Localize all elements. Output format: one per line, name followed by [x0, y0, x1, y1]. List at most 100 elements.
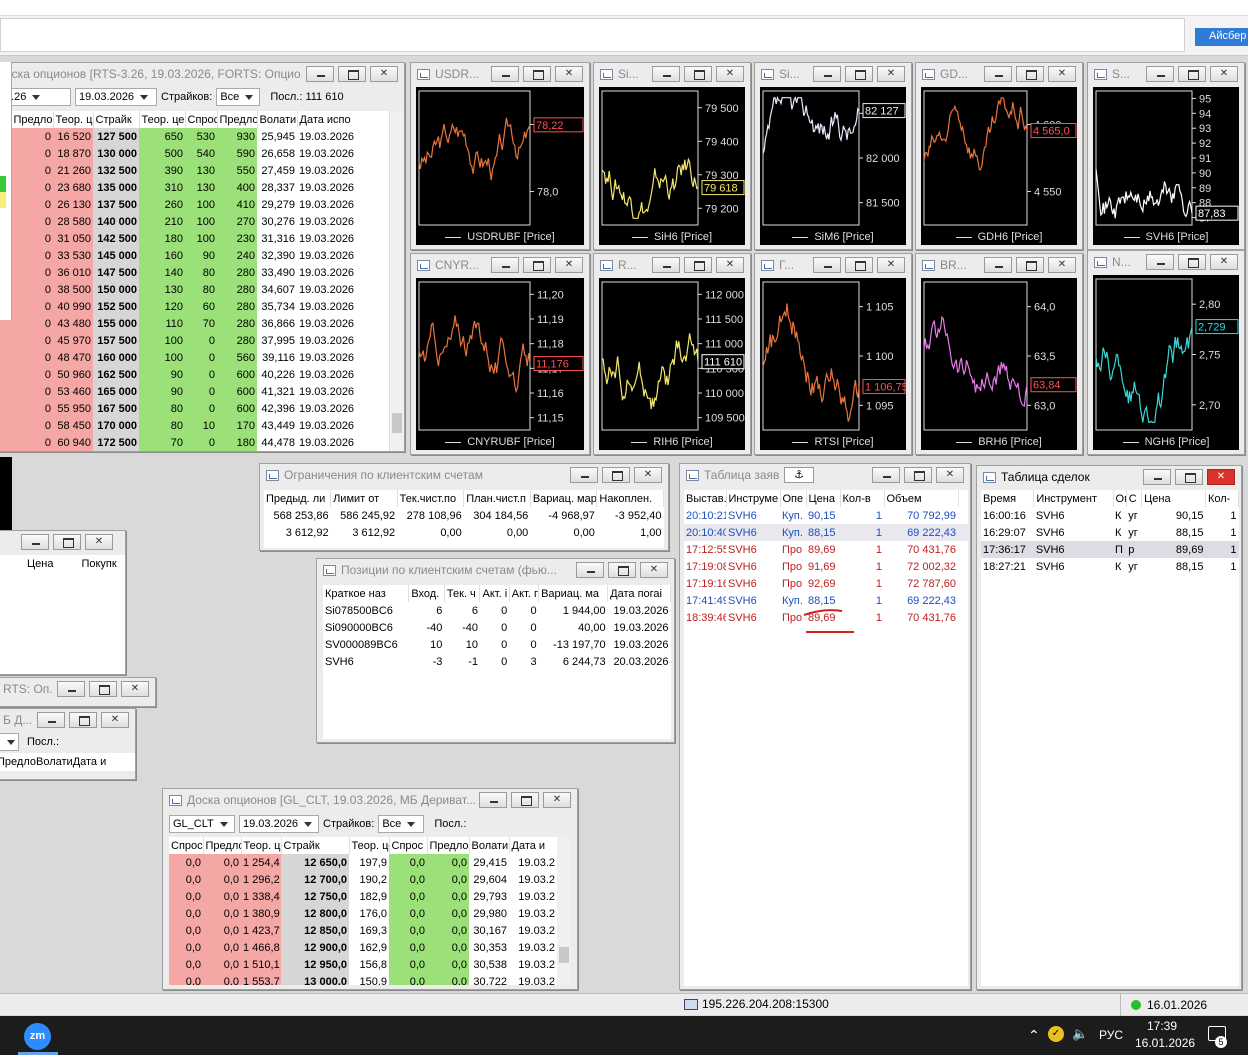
col-header[interactable]: Дата испо [297, 111, 389, 128]
table-row[interactable]: 0,0 0,0 1 553,7 13 000,0 150,9 0,0 0,0 30,722 19… [169, 973, 557, 985]
close-button[interactable]: ✕ [936, 467, 964, 483]
col-header[interactable]: С [1126, 490, 1143, 507]
col-header[interactable]: Предло [217, 111, 258, 128]
series-select[interactable] [0, 733, 19, 751]
minimize-button[interactable] [37, 712, 65, 728]
col-header[interactable]: Предло [427, 837, 470, 854]
col-header[interactable]: Вход. [408, 585, 445, 602]
table-row[interactable]: 0 18 870 130 000 500 540 590 26,658 19.03.2026 [0, 145, 389, 162]
chart-plot-sv[interactable]: 95949392919089888787,83SVH6 [Price] [1093, 87, 1239, 245]
maximize-button[interactable] [523, 257, 551, 273]
col-header[interactable]: Оп [1113, 490, 1127, 507]
close-button[interactable]: ✕ [543, 792, 571, 808]
chart-plot-si2[interactable]: 82 50082 00081 50082 127SiM6 [Price] [760, 87, 906, 245]
table-row[interactable]: 0,0 0,0 1 466,8 12 900,0 162,9 0,0 0,0 30,353 19… [169, 939, 557, 956]
vertical-scrollbar[interactable] [557, 837, 571, 985]
chart-plot-si1[interactable]: 79 500 79 400 79 300 79 200 79 618 SiH6 [Pric… [599, 87, 745, 245]
client-positions-titlebar[interactable]: Позиции по клиентским счетам (фью... ✕ [317, 559, 674, 581]
minimize-button[interactable] [570, 467, 598, 483]
close-button[interactable]: ✕ [634, 467, 662, 483]
col-header[interactable]: Лимит от [330, 490, 398, 507]
options-board-gl-titlebar[interactable]: Доска опционов [GL_CLT, 19.03.2026, МБ Д… [163, 789, 577, 811]
table-row[interactable]: 0 21 260 132 500 390 130 550 27,459 19.03.2026 [0, 162, 389, 179]
maximize-button[interactable] [511, 792, 539, 808]
chart-titlebar[interactable]: GD... ✕ [916, 63, 1082, 85]
top-input-area[interactable] [0, 18, 1185, 52]
orders-grid[interactable]: Выстав. Инструме Опе Цена Кол-в Объем 20:10:21… [684, 490, 968, 986]
strikes-select[interactable]: Все [216, 88, 261, 106]
chart-titlebar[interactable]: Г... ✕ [755, 254, 911, 276]
maximize-button[interactable] [1175, 469, 1203, 485]
clock-time[interactable]: 17:39 [1147, 1019, 1177, 1033]
maximize-button[interactable] [608, 562, 636, 578]
close-button[interactable]: ✕ [555, 66, 583, 82]
col-header[interactable]: Вариац. ма [538, 585, 609, 602]
close-button[interactable]: ✕ [716, 66, 744, 82]
col-header[interactable]: Страйк [93, 111, 140, 128]
table-row[interactable]: SVH6 -3 -1 0 3 6 244,73 20.03.2026 [323, 653, 671, 670]
clock-date[interactable]: 16.01.2026 [1135, 1036, 1195, 1050]
table-row[interactable]: 0 23 680 135 000 310 130 400 28,337 19.03.2026 [0, 179, 389, 196]
chart-plot-cny[interactable]: 11,2011,1911,1811,1711,1611,1511,176CNYR… [416, 278, 584, 450]
close-button[interactable]: ✕ [555, 257, 583, 273]
col-header[interactable]: Дата погаі [607, 585, 671, 602]
series-select[interactable]: GL_CLT [169, 815, 235, 833]
table-row[interactable]: 0 60 940 172 500 70 0 180 44,478 19.03.2026 [0, 434, 389, 451]
close-button[interactable]: ✕ [716, 257, 744, 273]
orders-titlebar[interactable]: Таблица заяв ⚓ ✕ [680, 464, 970, 486]
minimize-button[interactable] [576, 562, 604, 578]
minimize-button[interactable] [1143, 469, 1171, 485]
chart-plot-ri[interactable]: 112 000 111 500 111 000 110 500 110 000 109 5… [599, 278, 745, 450]
table-row[interactable]: 17:36:17 SVH6 Пр 89,69 1 [981, 541, 1239, 558]
chart-titlebar[interactable]: R... ✕ [594, 254, 750, 276]
chart-titlebar[interactable]: Si... ✕ [755, 63, 911, 85]
chart-titlebar[interactable]: N... ✕ [1088, 251, 1244, 273]
options-board-rts-grid[interactable]: сПредлоТеор. цСтрайкТеор. цеСпросПредлоВ… [0, 111, 389, 451]
options-board-gl-grid[interactable]: СпросПредлоТеор. цСтрайкТеор. цеСпросПре… [169, 837, 557, 985]
table-row[interactable]: 18:27:21 SVH6 Куг 88,15 1 [981, 558, 1239, 575]
chart-plot-br[interactable]: 64,0 63,5 63,0 63,84 BRH6 [Price] [921, 278, 1077, 450]
close-button[interactable]: ✕ [1048, 66, 1076, 82]
minimize-button[interactable] [57, 681, 85, 697]
table-row[interactable]: 0 28 580 140 000 210 100 270 30,276 19.03.2026 [0, 213, 389, 230]
trades-grid[interactable]: ВремяИнструментОпСЦенаКол- 16:00:16 SVH6 Ку… [981, 490, 1239, 986]
col-header[interactable]: Инструмент [1033, 490, 1114, 507]
maximize-button[interactable] [89, 681, 117, 697]
table-row[interactable]: 0 58 450 170 000 80 10 170 43,449 19.03.2026 [0, 417, 389, 434]
minimize-button[interactable] [21, 534, 49, 550]
minimize-button[interactable] [984, 257, 1012, 273]
table-row[interactable]: 0 43 480 155 000 110 70 280 36,866 19.03.2026 [0, 315, 389, 332]
table-row[interactable]: 0 53 460 165 000 90 0 600 41,321 19.03.2026 [0, 383, 389, 400]
strikes-select[interactable]: Все [378, 815, 425, 833]
table-row[interactable]: 568 253,86 586 245,92 278 108,96 304 184,56… [264, 507, 664, 524]
chart-plot-ng[interactable]: 2,80 2,75 2,70 2,729 NGH6 [Price] [1093, 275, 1239, 450]
table-row[interactable]: 0,0 0,0 1 380,9 12 800,0 176,0 0,0 0,0 29,980 19… [169, 905, 557, 922]
chart-titlebar[interactable]: S... ✕ [1088, 63, 1244, 85]
table-row[interactable]: 0 16 520 127 500 650 530 930 25,945 19.03.2026 [0, 128, 389, 145]
chevron-up-icon[interactable]: ⌃ [1028, 1027, 1040, 1044]
table-row[interactable]: 16:00:16 SVH6 Куг 90,15 1 [981, 507, 1239, 524]
minimize-button[interactable] [984, 66, 1012, 82]
chart-titlebar[interactable]: BR... ✕ [916, 254, 1082, 276]
table-row[interactable]: 0 26 130 137 500 260 100 410 29,279 19.03.2026 [0, 196, 389, 213]
col-header[interactable]: Акт. і [479, 585, 510, 602]
table-row[interactable]: 0,0 0,0 1 296,2 12 700,0 190,2 0,0 0,0 29,604 19… [169, 871, 557, 888]
maximize-button[interactable] [602, 467, 630, 483]
trades-titlebar[interactable]: Таблица сделок ✕ [977, 466, 1241, 488]
table-row[interactable]: 16:29:07 SVH6 Куг 88,15 1 [981, 524, 1239, 541]
tray-app-icon[interactable]: ✓ [1048, 1026, 1064, 1042]
close-button[interactable]: ✕ [121, 681, 149, 697]
chart-plot-usd[interactable]: 78,578,078,22USDRUBF [Price] [416, 87, 584, 245]
close-button[interactable]: ✕ [101, 712, 129, 728]
col-header[interactable]: Время [981, 490, 1035, 507]
col-header[interactable]: План.чист.п [463, 490, 531, 507]
col-header[interactable]: Теор. це [139, 111, 186, 128]
table-row[interactable]: 0 40 990 152 500 120 60 280 35,734 19.03.2026 [0, 298, 389, 315]
maximize-button[interactable] [53, 534, 81, 550]
col-header[interactable]: Вариац. мар [530, 490, 598, 507]
maximize-button[interactable] [904, 467, 932, 483]
col-header[interactable]: Акт. г [509, 585, 540, 602]
small-window-3-titlebar[interactable]: Б Д... ✕ [0, 709, 135, 731]
col-header[interactable]: Теор. це [349, 837, 390, 854]
chart-titlebar[interactable]: CNYR... ✕ [411, 254, 589, 276]
